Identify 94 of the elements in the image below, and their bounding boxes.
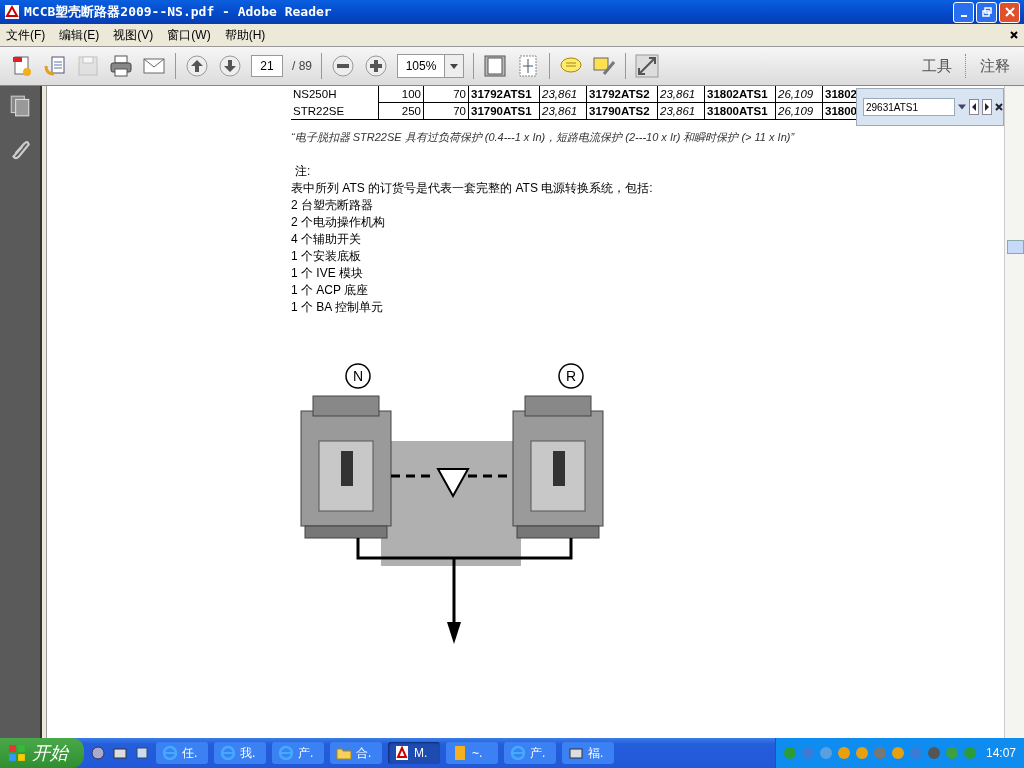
fit-width-icon[interactable]	[516, 54, 540, 78]
globe-icon	[220, 745, 236, 761]
scroll-thumb[interactable]	[1007, 240, 1024, 254]
scrollbar[interactable]	[1004, 86, 1024, 738]
pages-icon[interactable]	[9, 94, 31, 118]
folder-icon	[336, 745, 352, 761]
note-icon	[452, 745, 468, 761]
taskbar-button[interactable]: ~.	[446, 742, 498, 764]
taskbar-button[interactable]: 我.	[214, 742, 266, 764]
start-button[interactable]: 开始	[0, 738, 84, 768]
taskbar-button[interactable]: 产.	[272, 742, 324, 764]
label-r: R	[558, 363, 584, 389]
window-title: MCCB塑壳断路器2009--NS.pdf - Adobe Reader	[24, 3, 332, 21]
expand-icon[interactable]	[635, 54, 659, 78]
caret-icon[interactable]	[958, 103, 966, 111]
menu-item[interactable]: 视图(V)	[113, 26, 154, 44]
text-edit-icon[interactable]	[592, 54, 616, 78]
table-cell: 31790ATS2	[586, 102, 658, 120]
tools-button[interactable]: 工具	[918, 56, 956, 76]
note-line: 1 个 ACP 底座	[291, 282, 370, 299]
note-line: 1 个 BA 控制单元	[291, 299, 385, 316]
table-cell: 23,861	[657, 86, 705, 103]
table-cell: NS250H	[291, 86, 379, 103]
comments-button[interactable]: 注释	[976, 56, 1014, 76]
arrow-down-icon[interactable]	[218, 54, 242, 78]
tray-icon[interactable]	[925, 745, 942, 761]
globe-icon	[162, 745, 178, 761]
footnote: “电子脱扣器 STR22SE 具有过负荷保护 (0.4---1 x In)，短路电流保护 (2---10 x Ir) 和瞬时保护 (> 11 x In)”	[291, 130, 796, 145]
close-icon	[1004, 7, 1015, 17]
zoom-in-icon[interactable]	[364, 54, 388, 78]
pdf-icon	[394, 745, 410, 761]
table-cell: STR22SE	[291, 102, 379, 120]
table-cell: 23,861	[539, 102, 587, 120]
quick-launch-icon[interactable]	[112, 745, 128, 761]
zoom-out-icon[interactable]	[331, 54, 355, 78]
paperclip-icon[interactable]	[9, 138, 31, 162]
document-arrow-icon[interactable]	[43, 54, 67, 78]
note-line: 4 个辅助开关	[291, 231, 362, 248]
note-line: 1 个 IVE 模块	[291, 265, 365, 282]
taskbar-button[interactable]: 福.	[562, 742, 614, 764]
menu-item[interactable]: 窗口(W)	[167, 26, 211, 44]
note-line: 2 个电动操作机构	[291, 214, 386, 231]
table-cell: 26,109	[775, 102, 823, 120]
close-icon[interactable]	[995, 103, 1003, 111]
quick-launch-icon[interactable]	[134, 745, 150, 761]
globe-icon	[278, 745, 294, 761]
triangle-icon	[436, 468, 470, 499]
document-icon[interactable]	[10, 54, 34, 78]
close-button[interactable]	[999, 1, 1020, 23]
taskbar-button[interactable]: 任.	[156, 742, 208, 764]
globe-icon	[510, 745, 526, 761]
restore-button[interactable]	[976, 1, 997, 23]
caret-icon	[450, 63, 458, 69]
restore-icon	[981, 7, 992, 17]
taskbar-button[interactable]: 产.	[504, 742, 556, 764]
taskbar-button[interactable]: 合.	[330, 742, 382, 764]
close-icon[interactable]	[1010, 31, 1018, 39]
fit-page-icon[interactable]	[483, 54, 507, 78]
page-total: / 89	[292, 59, 312, 73]
table-cell: 26,109	[775, 86, 823, 103]
taskbar-button[interactable]: M.	[388, 742, 440, 764]
table-cell: 31800ATS1	[704, 102, 776, 120]
windows-logo-icon	[8, 744, 26, 762]
quick-launch-icon[interactable]	[90, 745, 106, 761]
table-cell: 23,861	[539, 86, 587, 103]
arrow-up-icon[interactable]	[185, 54, 209, 78]
clock: 14:07	[985, 746, 1016, 760]
table-cell: 70	[423, 102, 469, 120]
menu-item[interactable]: 编辑(E)	[59, 26, 100, 44]
table-cell: 70	[423, 86, 469, 103]
pdf-icon	[4, 4, 20, 20]
page-number-field[interactable]: 21	[251, 55, 283, 77]
table-cell: 31790ATS1	[468, 102, 540, 120]
table-cell: 31802ATS1	[704, 86, 776, 103]
table-cell: 250	[378, 102, 424, 120]
table-cell: 31792ATS2	[586, 86, 658, 103]
minimize-icon	[960, 15, 967, 17]
find-field[interactable]: 29631ATS1	[863, 98, 955, 116]
previous-icon[interactable]	[969, 99, 979, 115]
table-cell: 31792ATS1	[468, 86, 540, 103]
menu-item[interactable]: 帮助(H)	[224, 26, 266, 44]
table-cell: 23,861	[657, 102, 705, 120]
menu-item[interactable]: 文件(F)	[6, 26, 46, 44]
note-line: 表中所列 ATS 的订货号是代表一套完整的 ATS 电源转换系统，包括:	[291, 180, 654, 197]
note-line: 2 台塑壳断路器	[291, 197, 374, 214]
label-n: N	[345, 363, 371, 389]
note-line: 注:	[294, 163, 312, 180]
note-line: 1 个安装底板	[291, 248, 362, 265]
table-cell: 100	[378, 86, 424, 103]
zoom-dropdown[interactable]: 105%	[397, 54, 464, 78]
keyboard-icon	[568, 745, 584, 761]
next-icon[interactable]	[982, 99, 992, 115]
print-icon[interactable]	[109, 54, 133, 78]
minimize-button[interactable]	[953, 1, 974, 23]
